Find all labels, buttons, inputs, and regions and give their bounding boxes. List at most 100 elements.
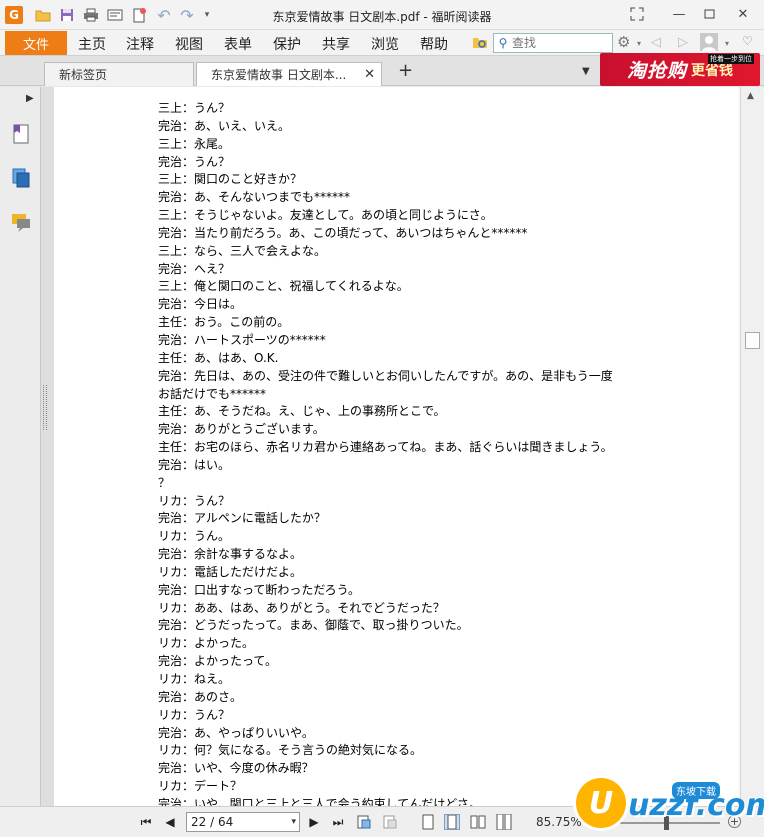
text-line: 完治：アルペンに電話したか？: [158, 511, 326, 526]
file-menu[interactable]: 文件: [5, 31, 67, 55]
nav-back-icon[interactable]: ◁: [651, 35, 661, 50]
next-page-icon[interactable]: ▶: [306, 814, 322, 830]
text-line: 完治：余計な事するなよ。: [158, 547, 303, 562]
continuous-page-icon[interactable]: [444, 814, 460, 830]
first-page-icon[interactable]: ⏮: [138, 814, 154, 830]
text-line: 三上：関口のこと好きか？: [158, 172, 303, 187]
fullscreen-icon[interactable]: [624, 4, 650, 24]
text-line: 完治：今日は。: [158, 297, 243, 312]
menu-home[interactable]: 主页: [78, 34, 106, 54]
menu-view[interactable]: 视图: [175, 34, 203, 54]
text-line: リカ：ねえ。: [158, 672, 231, 686]
find-folder-icon[interactable]: [472, 34, 488, 54]
tab-new[interactable]: 新标签页: [44, 62, 194, 86]
text-line: 完治：あ、いえ、いえ。: [158, 118, 291, 133]
text-line: リカ：よかった。: [158, 636, 255, 651]
text-line: 完治：いや、今度の休み暇？: [158, 761, 314, 776]
text-line: 完治：先日は、あの、受注の件で難しいとお伺いしたんですが。あの、是非もう一度: [158, 368, 613, 383]
splitter-grip[interactable]: [43, 385, 47, 430]
search-input[interactable]: [512, 34, 608, 52]
ribbon-toggle-icon[interactable]: ♡: [742, 34, 753, 48]
facing-page-icon[interactable]: [470, 814, 486, 830]
text-line: リカ：ああ、はあ、ありがとう。それでどうだった？: [158, 600, 445, 615]
scrollbar-thumb[interactable]: [745, 332, 760, 349]
previous-view-icon[interactable]: [356, 814, 372, 830]
text-line: リカ：何？気になる。そう言うの絶対気になる。: [158, 743, 423, 758]
site-watermark: U uzzf.com 东坡下载: [576, 772, 764, 834]
text-line: リカ：うん？: [158, 707, 231, 722]
menu-help[interactable]: 帮助: [420, 34, 448, 54]
minimize-button[interactable]: —: [666, 4, 692, 24]
text-line: 三上：俺と関口のこと、祝福してくれるよな。: [158, 279, 409, 294]
text-line: リカ：デート？: [158, 779, 243, 794]
search-box[interactable]: ⚲: [493, 33, 613, 53]
maximize-button[interactable]: [696, 4, 722, 24]
text-line: リカ：うん。: [158, 529, 231, 544]
next-view-icon[interactable]: [382, 814, 398, 830]
text-line: 主任：おう。この前の。: [158, 315, 290, 330]
previous-page-icon[interactable]: ◀: [162, 814, 178, 830]
scroll-up-icon[interactable]: ▲: [747, 91, 754, 101]
gear-icon[interactable]: ⚙: [617, 33, 630, 51]
text-line: 三上：そうじゃないよ。友達として。あの頃と同じようにさ。: [158, 208, 493, 223]
text-line: 完治：うん？: [158, 154, 231, 169]
last-page-icon[interactable]: ⏭: [330, 814, 346, 830]
tab-label: 新标签页: [59, 68, 108, 82]
menu-share[interactable]: 共享: [322, 34, 350, 54]
page-text: 三上：うん？ 完治：あ、いえ、いえ。 三上：永尾。 完治：うん？ 三上：関口のこと好きか…: [158, 100, 613, 806]
text-line: ？: [158, 475, 171, 490]
text-line: 完治：当たり前だろう。あ、この頃だって、あいつはちゃんと******: [158, 225, 528, 240]
text-line: リカ：うん？: [158, 493, 231, 508]
text-line: 三上：なら、三人で会えよな。: [158, 243, 327, 258]
close-button[interactable]: ✕: [730, 4, 756, 24]
tab-list-dropdown-icon[interactable]: ▼: [582, 66, 590, 77]
text-line: 完治：口出すなって断わっただろう。: [158, 582, 360, 597]
user-dropdown-icon[interactable]: ▾: [725, 39, 729, 48]
navigation-panel: ▶: [0, 87, 41, 806]
text-line: 三上：永尾。: [158, 136, 231, 151]
title-bar: G ↶ ↷ ▾ 东京爱情故事 日文剧本.pdf - 福昕阅读器 — ✕: [0, 0, 764, 30]
text-line: 完治：どうだったって。まあ、御蔭で、取っ掛りついた。: [158, 618, 469, 633]
close-tab-icon[interactable]: ✕: [364, 67, 375, 82]
tab-label: 东京爱情故事 日文剧本...: [211, 68, 347, 82]
page-number-field[interactable]: 22 / 64 ▾: [186, 812, 300, 832]
text-line: 完治：いや、関口と三上と三人で会う約束してんだけどさ。: [158, 796, 481, 806]
menu-protect[interactable]: 保护: [273, 34, 301, 54]
text-line: リカ：電話しただけだよ。: [158, 564, 303, 579]
text-line: お話だけでも******: [158, 386, 267, 401]
text-line: 三上：うん？: [158, 101, 231, 115]
tab-document[interactable]: 东京爱情故事 日文剧本... ✕: [196, 62, 382, 86]
text-line: 主任：お宅のほら、赤名リカ君から連絡あってね。まあ、話ぐらいは聞きましょう。: [158, 440, 613, 455]
panel-splitter[interactable]: [41, 87, 54, 806]
single-page-icon[interactable]: [420, 814, 436, 830]
user-avatar-icon[interactable]: [700, 33, 718, 55]
watermark-logo: U: [576, 778, 626, 828]
zoom-level[interactable]: 85.75%: [536, 815, 582, 829]
document-viewport[interactable]: 三上：うん？ 完治：あ、いえ、いえ。 三上：永尾。 完治：うん？ 三上：関口のこと好きか…: [54, 87, 740, 806]
page-thumbnails-icon[interactable]: [10, 167, 32, 189]
continuous-facing-icon[interactable]: [496, 814, 512, 830]
menu-comment[interactable]: 注释: [126, 34, 154, 54]
text-line: 完治：ハートスポーツの******: [158, 332, 326, 347]
page-dropdown-icon[interactable]: ▾: [291, 813, 296, 831]
text-line: 完治：あのさ。: [158, 689, 243, 704]
menu-browse[interactable]: 浏览: [371, 34, 399, 54]
vertical-scrollbar[interactable]: ▲: [740, 87, 764, 806]
new-tab-button[interactable]: +: [398, 60, 413, 81]
gear-dropdown-icon[interactable]: ▾: [637, 39, 641, 48]
watermark-badge: 东坡下载: [672, 782, 720, 799]
expand-panel-icon[interactable]: ▶: [26, 93, 34, 104]
text-line: 完治：はい。: [158, 457, 231, 472]
nav-forward-icon[interactable]: ▷: [678, 35, 688, 50]
text-line: 完治：あ、やっぱりいいや。: [158, 725, 314, 740]
bookmark-icon[interactable]: [10, 123, 32, 145]
text-line: 完治：よかったって。: [158, 654, 278, 669]
comments-icon[interactable]: [10, 211, 32, 233]
text-line: 完治：へえ？: [158, 261, 231, 276]
pdf-page: 三上：うん？ 完治：あ、いえ、いえ。 三上：永尾。 完治：うん？ 三上：関口のこと好きか…: [54, 87, 738, 806]
search-icon: ⚲: [498, 36, 508, 50]
advertisement-banner[interactable]: 淘抢购 更省钱 抢着一步到位: [600, 53, 760, 86]
text-line: 完治：あ、そんないつまでも******: [158, 190, 351, 205]
text-line: 完治：ありがとうございます。: [158, 422, 325, 437]
menu-form[interactable]: 表单: [224, 34, 252, 54]
